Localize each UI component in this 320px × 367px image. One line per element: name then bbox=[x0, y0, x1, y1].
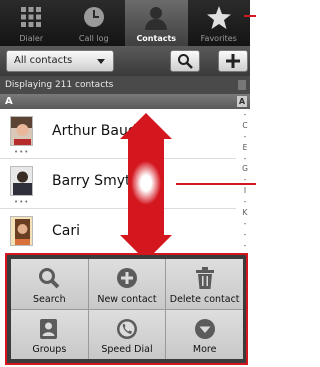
search-icon bbox=[39, 268, 60, 289]
tab-contacts-label: Contacts bbox=[136, 34, 177, 43]
tab-call-log[interactable]: Call log bbox=[63, 0, 126, 46]
index-letter[interactable]: A bbox=[237, 96, 247, 107]
alphabet-index[interactable]: - C - E - G - I - K - - - bbox=[238, 110, 252, 252]
phone-icon bbox=[116, 318, 137, 339]
more-dots: ••• bbox=[14, 198, 30, 206]
groups-icon bbox=[40, 318, 58, 339]
menu-item-label: More bbox=[192, 344, 217, 355]
options-menu: Search New contact Delete contact Groups… bbox=[5, 253, 248, 365]
tab-call-log-label: Call log bbox=[78, 34, 109, 43]
contact-row[interactable]: Cari bbox=[0, 209, 236, 252]
contact-photo-image bbox=[11, 117, 32, 145]
contacts-toolbar: All contacts bbox=[0, 46, 250, 76]
contact-photo-image bbox=[11, 217, 32, 245]
contact-filter-dropdown[interactable]: All contacts bbox=[6, 50, 114, 72]
contact-photo-image bbox=[11, 167, 32, 195]
section-header: A A bbox=[0, 94, 250, 109]
more-dots: ••• bbox=[14, 148, 30, 156]
tab-favorites[interactable]: Favorites bbox=[188, 0, 251, 46]
menu-item-new-contact[interactable]: New contact bbox=[88, 259, 166, 309]
tab-contacts[interactable]: Contacts bbox=[125, 0, 188, 46]
contact-name: Cari bbox=[52, 223, 80, 239]
alphabet-letter[interactable]: C bbox=[238, 121, 252, 132]
alphabet-letter[interactable]: K bbox=[238, 208, 252, 219]
options-menu-grid: Search New contact Delete contact Groups… bbox=[11, 259, 243, 359]
alphabet-letter[interactable]: E bbox=[238, 143, 252, 154]
menu-item-label: Delete contact bbox=[169, 293, 240, 305]
tab-dialer-label: Dialer bbox=[19, 34, 44, 43]
chevron-down-icon bbox=[97, 59, 105, 64]
grip-icon bbox=[238, 80, 246, 90]
alphabet-letter[interactable]: - bbox=[238, 219, 252, 230]
menu-item-delete-contact[interactable]: Delete contact bbox=[166, 259, 243, 309]
star-icon bbox=[206, 6, 231, 29]
alphabet-letter[interactable]: - bbox=[238, 154, 252, 165]
section-letter: A bbox=[5, 96, 13, 107]
alphabet-letter[interactable]: G bbox=[238, 164, 252, 175]
more-icon bbox=[194, 318, 215, 339]
menu-item-groups[interactable]: Groups bbox=[11, 309, 88, 359]
trash-icon bbox=[195, 267, 214, 289]
contact-photo[interactable] bbox=[10, 116, 33, 146]
contact-filter-value: All contacts bbox=[14, 55, 73, 66]
plus-icon bbox=[226, 54, 240, 68]
scroll-arrow-indicator bbox=[120, 113, 172, 261]
tab-bar: Dialer Call log Contacts Favorites bbox=[0, 0, 250, 46]
contact-photo[interactable] bbox=[10, 216, 33, 246]
contact-photo[interactable] bbox=[10, 166, 33, 196]
menu-item-label: Search bbox=[33, 293, 66, 305]
menu-item-label: Groups bbox=[32, 344, 67, 355]
contact-list: ••• Arthur Baudo ••• Barry Smyth Cari bbox=[0, 109, 236, 252]
menu-item-more[interactable]: More bbox=[166, 309, 243, 359]
alphabet-letter[interactable]: - bbox=[238, 110, 252, 121]
contact-count-bar: Displaying 211 contacts bbox=[0, 76, 250, 94]
add-contact-button[interactable] bbox=[218, 50, 248, 72]
tab-dialer[interactable]: Dialer bbox=[0, 0, 63, 46]
alphabet-letter[interactable]: - bbox=[238, 197, 252, 208]
plus-circle-icon bbox=[116, 268, 137, 288]
tab-favorites-label: Favorites bbox=[200, 34, 237, 43]
menu-item-label: Speed Dial bbox=[101, 344, 153, 355]
dialpad-icon bbox=[21, 7, 42, 27]
person-icon bbox=[145, 7, 168, 30]
menu-item-label: New contact bbox=[97, 293, 157, 305]
callout-line bbox=[176, 183, 256, 185]
search-button[interactable] bbox=[170, 50, 200, 72]
alphabet-letter[interactable]: - bbox=[238, 230, 252, 241]
contact-count-text: Displaying 211 contacts bbox=[5, 80, 114, 90]
alphabet-letter[interactable]: - bbox=[238, 241, 252, 252]
alphabet-letter[interactable]: I bbox=[238, 186, 252, 197]
clock-icon bbox=[83, 7, 104, 27]
callout-line bbox=[244, 15, 256, 17]
alphabet-letter[interactable]: - bbox=[238, 132, 252, 143]
contact-row[interactable]: ••• Arthur Baudo bbox=[0, 109, 236, 159]
search-icon bbox=[178, 54, 193, 69]
menu-item-speed-dial[interactable]: Speed Dial bbox=[88, 309, 166, 359]
menu-item-search[interactable]: Search bbox=[11, 259, 88, 309]
